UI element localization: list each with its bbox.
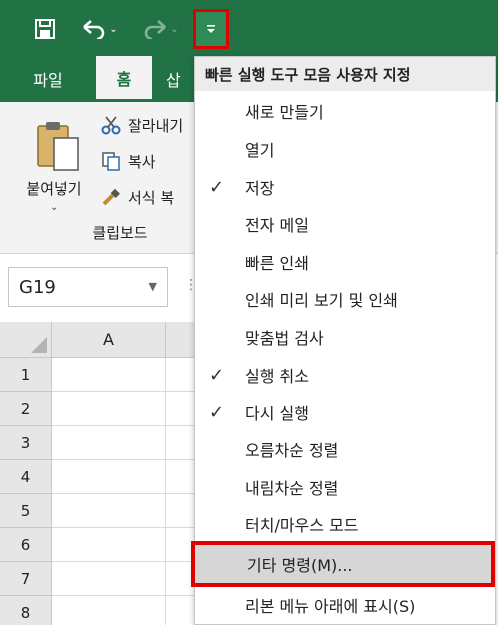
- menu-item-undo[interactable]: ✓ 실행 취소: [195, 357, 495, 393]
- customize-qat-menu: 빠른 실행 도구 모음 사용자 지정 새로 만들기 열기 ✓ 저장 전자 메일 …: [191, 56, 496, 625]
- menu-item-new[interactable]: 새로 만들기: [195, 93, 495, 129]
- check-icon: ✓: [209, 364, 225, 386]
- chevron-down-icon[interactable]: ⌄: [50, 202, 58, 213]
- undo-icon: [83, 20, 105, 39]
- menu-item-label: 기타 명령(M)...: [247, 556, 353, 575]
- row-header[interactable]: 2: [0, 392, 52, 426]
- grid-row[interactable]: [52, 528, 198, 562]
- menu-item-spelling[interactable]: 맞춤법 검사: [195, 319, 495, 355]
- paste-icon: [37, 122, 79, 171]
- menu-item-label: 리본 메뉴 아래에 표시(S): [245, 597, 416, 616]
- menu-item-more-commands[interactable]: 기타 명령(M)...: [191, 541, 495, 587]
- format-painter-button[interactable]: 서식 복: [100, 184, 174, 210]
- menu-item-print-preview[interactable]: 인쇄 미리 보기 및 인쇄: [195, 281, 495, 317]
- row-header[interactable]: 8: [0, 596, 52, 625]
- menu-header: 빠른 실행 도구 모음 사용자 지정: [195, 57, 495, 91]
- save-icon: [35, 19, 55, 39]
- chevron-down-icon[interactable]: ⌄: [170, 24, 178, 35]
- menu-item-label: 내림차순 정렬: [245, 479, 339, 498]
- redo-button[interactable]: ⌄: [136, 12, 186, 46]
- row-header[interactable]: 6: [0, 528, 52, 562]
- menu-item-label: 실행 취소: [245, 367, 309, 386]
- cut-label: 잘라내기: [128, 116, 184, 135]
- copy-icon: [100, 150, 122, 172]
- menu-item-label: 터치/마우스 모드: [245, 516, 359, 535]
- menu-item-sort-ascending[interactable]: 오름차순 정렬: [195, 431, 495, 467]
- menu-item-label: 저장: [245, 179, 275, 198]
- menu-item-email[interactable]: 전자 메일: [195, 206, 495, 242]
- customize-qat-icon: [207, 25, 215, 33]
- format-painter-label: 서식 복: [128, 188, 175, 207]
- clipboard-group-label: 클립보드: [92, 224, 148, 242]
- row-header[interactable]: 3: [0, 426, 52, 460]
- grid-row[interactable]: [52, 562, 198, 596]
- paste-label: 붙여넣기: [26, 180, 82, 198]
- row-header[interactable]: 7: [0, 562, 52, 596]
- tab-home[interactable]: 홈: [96, 56, 152, 102]
- chevron-down-icon[interactable]: ▼: [149, 280, 157, 293]
- customize-qat-button[interactable]: [193, 9, 229, 49]
- menu-item-label: 새로 만들기: [245, 103, 324, 122]
- grid-row[interactable]: [52, 426, 198, 460]
- menu-item-sort-descending[interactable]: 내림차순 정렬: [195, 469, 495, 505]
- menu-item-touch-mouse-mode[interactable]: 터치/마우스 모드: [195, 506, 495, 542]
- menu-item-label: 열기: [245, 141, 275, 160]
- menu-item-label: 맞춤법 검사: [245, 329, 324, 348]
- menu-item-quick-print[interactable]: 빠른 인쇄: [195, 244, 495, 280]
- tab-insert[interactable]: 삽: [166, 56, 196, 102]
- row-header[interactable]: 5: [0, 494, 52, 528]
- tab-file[interactable]: 파일: [18, 56, 78, 102]
- menu-item-label: 빠른 인쇄: [245, 254, 309, 273]
- chevron-down-icon[interactable]: ⌄: [109, 24, 117, 35]
- grid-row[interactable]: [52, 460, 198, 494]
- menu-item-label: 다시 실행: [245, 404, 309, 423]
- save-button[interactable]: [28, 12, 62, 46]
- row-header[interactable]: 4: [0, 460, 52, 494]
- menu-item-save[interactable]: ✓ 저장: [195, 169, 495, 205]
- copy-label: 복사: [128, 152, 156, 171]
- menu-item-open[interactable]: 열기: [195, 131, 495, 167]
- scissors-icon: [100, 114, 122, 136]
- column-header-a[interactable]: A: [52, 322, 166, 358]
- name-box[interactable]: G19 ▼: [8, 267, 168, 307]
- menu-item-redo[interactable]: ✓ 다시 실행: [195, 394, 495, 430]
- format-painter-icon: [100, 186, 122, 208]
- column-header-b[interactable]: [166, 322, 196, 358]
- redo-icon: [145, 20, 167, 39]
- menu-item-label: 전자 메일: [245, 216, 309, 235]
- copy-button[interactable]: 복사: [100, 148, 156, 174]
- name-box-value: G19: [19, 276, 56, 298]
- grid-row[interactable]: [52, 392, 198, 426]
- grid-row[interactable]: [52, 358, 198, 392]
- menu-item-label: 인쇄 미리 보기 및 인쇄: [245, 291, 398, 310]
- title-bar: ⌄ ⌄: [0, 0, 498, 56]
- menu-item-show-below-ribbon[interactable]: 리본 메뉴 아래에 표시(S): [195, 587, 495, 623]
- paste-button[interactable]: 붙여넣기 ⌄: [14, 114, 94, 214]
- row-header[interactable]: 1: [0, 358, 52, 392]
- undo-button[interactable]: ⌄: [72, 12, 128, 46]
- check-icon: ✓: [209, 401, 225, 423]
- grid-row[interactable]: [52, 494, 198, 528]
- check-icon: ✓: [209, 176, 225, 198]
- select-all-button[interactable]: [0, 322, 52, 358]
- cut-button[interactable]: 잘라내기: [100, 112, 183, 138]
- grid-row[interactable]: [52, 596, 198, 625]
- menu-item-label: 오름차순 정렬: [245, 441, 339, 460]
